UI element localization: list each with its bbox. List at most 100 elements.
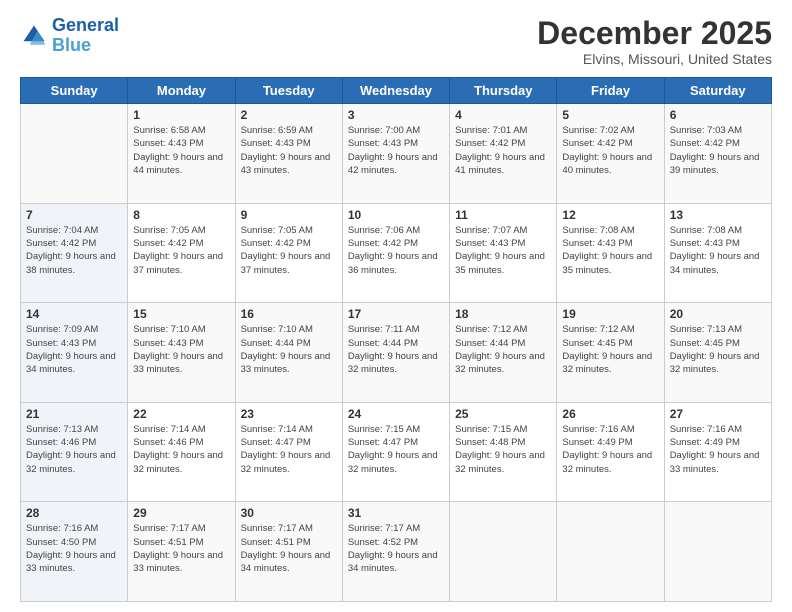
table-row: 5 Sunrise: 7:02 AM Sunset: 4:42 PM Dayli… bbox=[557, 104, 664, 204]
daylight: Daylight: 9 hours and 43 minutes. bbox=[241, 152, 331, 176]
sunset: Sunset: 4:43 PM bbox=[133, 338, 203, 349]
sunrise: Sunrise: 6:59 AM bbox=[241, 125, 313, 136]
day-number: 8 bbox=[133, 208, 229, 222]
sunset: Sunset: 4:51 PM bbox=[241, 537, 311, 548]
table-row: 3 Sunrise: 7:00 AM Sunset: 4:43 PM Dayli… bbox=[342, 104, 449, 204]
day-number: 25 bbox=[455, 407, 551, 421]
calendar-title: December 2025 bbox=[537, 16, 772, 51]
daylight: Daylight: 9 hours and 41 minutes. bbox=[455, 152, 545, 176]
calendar-table: Sunday Monday Tuesday Wednesday Thursday… bbox=[20, 77, 772, 602]
sunrise: Sunrise: 7:14 AM bbox=[241, 424, 313, 435]
day-number: 2 bbox=[241, 108, 337, 122]
day-info: Sunrise: 7:03 AM Sunset: 4:42 PM Dayligh… bbox=[670, 124, 766, 177]
sunrise: Sunrise: 6:58 AM bbox=[133, 125, 205, 136]
daylight: Daylight: 9 hours and 42 minutes. bbox=[348, 152, 438, 176]
day-info: Sunrise: 6:59 AM Sunset: 4:43 PM Dayligh… bbox=[241, 124, 337, 177]
daylight: Daylight: 9 hours and 34 minutes. bbox=[348, 550, 438, 574]
day-info: Sunrise: 7:17 AM Sunset: 4:52 PM Dayligh… bbox=[348, 522, 444, 575]
table-row: 1 Sunrise: 6:58 AM Sunset: 4:43 PM Dayli… bbox=[128, 104, 235, 204]
daylight: Daylight: 9 hours and 34 minutes. bbox=[241, 550, 331, 574]
day-info: Sunrise: 7:15 AM Sunset: 4:48 PM Dayligh… bbox=[455, 423, 551, 476]
day-info: Sunrise: 7:08 AM Sunset: 4:43 PM Dayligh… bbox=[562, 224, 658, 277]
sunrise: Sunrise: 7:10 AM bbox=[133, 324, 205, 335]
day-info: Sunrise: 7:04 AM Sunset: 4:42 PM Dayligh… bbox=[26, 224, 122, 277]
calendar-header: Sunday Monday Tuesday Wednesday Thursday… bbox=[21, 78, 772, 104]
sunrise: Sunrise: 7:07 AM bbox=[455, 225, 527, 236]
sunset: Sunset: 4:43 PM bbox=[26, 338, 96, 349]
table-row bbox=[664, 502, 771, 602]
daylight: Daylight: 9 hours and 39 minutes. bbox=[670, 152, 760, 176]
sunrise: Sunrise: 7:17 AM bbox=[241, 523, 313, 534]
daylight: Daylight: 9 hours and 37 minutes. bbox=[133, 251, 223, 275]
logo-text: General Blue bbox=[52, 16, 119, 56]
daylight: Daylight: 9 hours and 33 minutes. bbox=[241, 351, 331, 375]
col-wednesday: Wednesday bbox=[342, 78, 449, 104]
day-number: 12 bbox=[562, 208, 658, 222]
table-row: 31 Sunrise: 7:17 AM Sunset: 4:52 PM Dayl… bbox=[342, 502, 449, 602]
sunset: Sunset: 4:44 PM bbox=[348, 338, 418, 349]
sunrise: Sunrise: 7:04 AM bbox=[26, 225, 98, 236]
calendar-body: 1 Sunrise: 6:58 AM Sunset: 4:43 PM Dayli… bbox=[21, 104, 772, 602]
sunset: Sunset: 4:42 PM bbox=[562, 138, 632, 149]
day-number: 6 bbox=[670, 108, 766, 122]
day-info: Sunrise: 7:16 AM Sunset: 4:49 PM Dayligh… bbox=[670, 423, 766, 476]
sunset: Sunset: 4:44 PM bbox=[455, 338, 525, 349]
day-number: 22 bbox=[133, 407, 229, 421]
col-friday: Friday bbox=[557, 78, 664, 104]
sunrise: Sunrise: 7:16 AM bbox=[26, 523, 98, 534]
day-info: Sunrise: 7:02 AM Sunset: 4:42 PM Dayligh… bbox=[562, 124, 658, 177]
table-row: 18 Sunrise: 7:12 AM Sunset: 4:44 PM Dayl… bbox=[450, 303, 557, 403]
sunset: Sunset: 4:42 PM bbox=[26, 238, 96, 249]
daylight: Daylight: 9 hours and 33 minutes. bbox=[670, 450, 760, 474]
day-number: 16 bbox=[241, 307, 337, 321]
day-number: 19 bbox=[562, 307, 658, 321]
day-info: Sunrise: 7:07 AM Sunset: 4:43 PM Dayligh… bbox=[455, 224, 551, 277]
daylight: Daylight: 9 hours and 40 minutes. bbox=[562, 152, 652, 176]
table-row: 29 Sunrise: 7:17 AM Sunset: 4:51 PM Dayl… bbox=[128, 502, 235, 602]
sunset: Sunset: 4:42 PM bbox=[241, 238, 311, 249]
table-row: 13 Sunrise: 7:08 AM Sunset: 4:43 PM Dayl… bbox=[664, 203, 771, 303]
sunrise: Sunrise: 7:02 AM bbox=[562, 125, 634, 136]
sunrise: Sunrise: 7:15 AM bbox=[455, 424, 527, 435]
sunset: Sunset: 4:45 PM bbox=[670, 338, 740, 349]
day-info: Sunrise: 7:10 AM Sunset: 4:44 PM Dayligh… bbox=[241, 323, 337, 376]
daylight: Daylight: 9 hours and 37 minutes. bbox=[241, 251, 331, 275]
header-row: Sunday Monday Tuesday Wednesday Thursday… bbox=[21, 78, 772, 104]
daylight: Daylight: 9 hours and 32 minutes. bbox=[133, 450, 223, 474]
day-number: 20 bbox=[670, 307, 766, 321]
day-number: 29 bbox=[133, 506, 229, 520]
daylight: Daylight: 9 hours and 32 minutes. bbox=[348, 450, 438, 474]
day-info: Sunrise: 7:14 AM Sunset: 4:47 PM Dayligh… bbox=[241, 423, 337, 476]
daylight: Daylight: 9 hours and 33 minutes. bbox=[26, 550, 116, 574]
sunrise: Sunrise: 7:16 AM bbox=[670, 424, 742, 435]
sunrise: Sunrise: 7:08 AM bbox=[562, 225, 634, 236]
day-info: Sunrise: 7:05 AM Sunset: 4:42 PM Dayligh… bbox=[133, 224, 229, 277]
day-info: Sunrise: 7:17 AM Sunset: 4:51 PM Dayligh… bbox=[241, 522, 337, 575]
sunset: Sunset: 4:46 PM bbox=[26, 437, 96, 448]
day-info: Sunrise: 7:01 AM Sunset: 4:42 PM Dayligh… bbox=[455, 124, 551, 177]
sunrise: Sunrise: 7:09 AM bbox=[26, 324, 98, 335]
daylight: Daylight: 9 hours and 35 minutes. bbox=[562, 251, 652, 275]
sunrise: Sunrise: 7:00 AM bbox=[348, 125, 420, 136]
sunrise: Sunrise: 7:05 AM bbox=[241, 225, 313, 236]
title-block: December 2025 Elvins, Missouri, United S… bbox=[537, 16, 772, 67]
daylight: Daylight: 9 hours and 33 minutes. bbox=[133, 550, 223, 574]
sunset: Sunset: 4:51 PM bbox=[133, 537, 203, 548]
sunset: Sunset: 4:42 PM bbox=[670, 138, 740, 149]
day-info: Sunrise: 7:13 AM Sunset: 4:46 PM Dayligh… bbox=[26, 423, 122, 476]
sunrise: Sunrise: 7:12 AM bbox=[562, 324, 634, 335]
logo-line1: General bbox=[52, 15, 119, 35]
day-info: Sunrise: 7:14 AM Sunset: 4:46 PM Dayligh… bbox=[133, 423, 229, 476]
table-row: 20 Sunrise: 7:13 AM Sunset: 4:45 PM Dayl… bbox=[664, 303, 771, 403]
sunset: Sunset: 4:43 PM bbox=[241, 138, 311, 149]
day-number: 1 bbox=[133, 108, 229, 122]
logo: General Blue bbox=[20, 16, 119, 56]
sunset: Sunset: 4:45 PM bbox=[562, 338, 632, 349]
day-info: Sunrise: 7:16 AM Sunset: 4:50 PM Dayligh… bbox=[26, 522, 122, 575]
daylight: Daylight: 9 hours and 34 minutes. bbox=[670, 251, 760, 275]
col-thursday: Thursday bbox=[450, 78, 557, 104]
table-row: 6 Sunrise: 7:03 AM Sunset: 4:42 PM Dayli… bbox=[664, 104, 771, 204]
day-number: 21 bbox=[26, 407, 122, 421]
sunrise: Sunrise: 7:11 AM bbox=[348, 324, 420, 335]
day-info: Sunrise: 7:15 AM Sunset: 4:47 PM Dayligh… bbox=[348, 423, 444, 476]
